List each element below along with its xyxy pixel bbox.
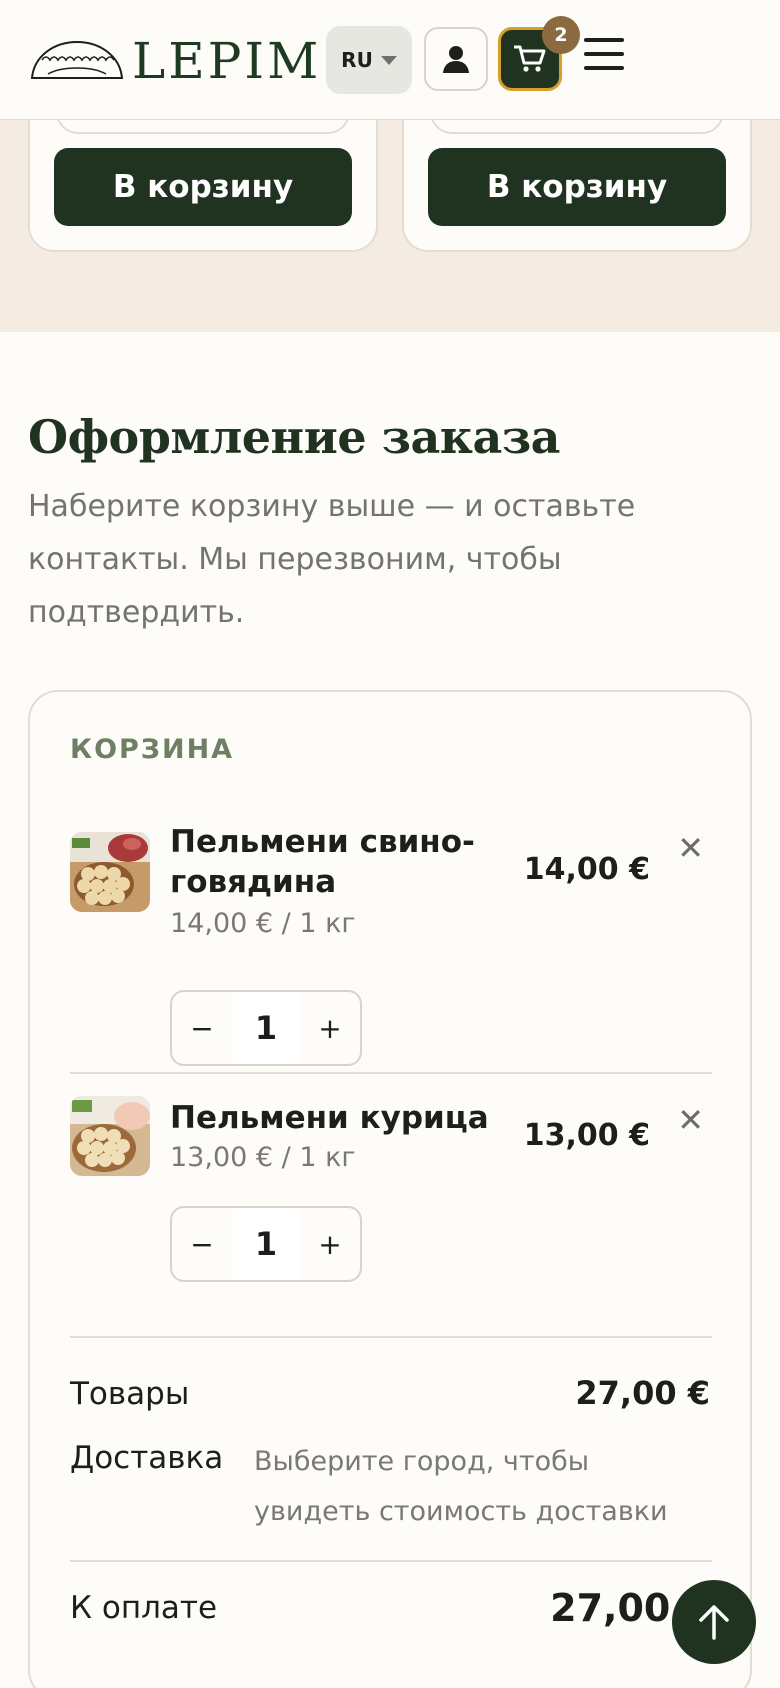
user-icon	[443, 46, 469, 73]
item-total: 14,00 €	[523, 852, 650, 887]
language-label: RU	[341, 48, 373, 72]
item-unit-price: 13,00 € / 1 кг	[170, 1142, 356, 1173]
goods-label: Товары	[70, 1376, 190, 1412]
item-name: Пельмени курица	[170, 1100, 489, 1136]
divider	[70, 1336, 712, 1338]
delivery-label: Доставка	[70, 1440, 224, 1476]
item-name: Пельмени свино-говядина	[170, 824, 475, 900]
close-icon[interactable]: ✕	[677, 832, 704, 864]
decrease-button[interactable]: −	[172, 1228, 232, 1261]
site-header: LEPIM RU 2	[0, 0, 780, 120]
caret-down-icon	[380, 55, 397, 65]
cart-panel: КОРЗИНА Пельмени свино-говядина 14,00 € …	[28, 690, 752, 1688]
item-total: 13,00 €	[523, 1118, 650, 1153]
quantity-value[interactable]: 1	[232, 1208, 300, 1280]
add-to-cart-button[interactable]: В корзину	[428, 148, 726, 226]
logo[interactable]: LEPIM	[28, 34, 321, 88]
item-unit-price: 14,00 € / 1 кг	[170, 908, 356, 939]
dumpling-logo-icon	[30, 40, 124, 79]
delivery-note: Выберите город, чтобы увидеть стоимость …	[254, 1446, 668, 1527]
scroll-to-top-button[interactable]	[672, 1580, 756, 1664]
close-icon[interactable]: ✕	[677, 1104, 704, 1136]
logo-text: LEPIM	[132, 32, 322, 90]
goods-total: 27,00 €	[575, 1374, 710, 1412]
checkout-subtitle: Наберите корзину выше — и оставьте конта…	[28, 489, 636, 630]
checkout-title: Оформление заказа	[28, 410, 560, 464]
decrease-button[interactable]: −	[172, 1012, 232, 1045]
divider	[70, 1560, 712, 1562]
quantity-stepper: − 1 +	[170, 990, 362, 1066]
divider	[70, 1072, 712, 1074]
language-selector[interactable]: RU	[326, 26, 412, 94]
add-to-cart-button[interactable]: В корзину	[54, 148, 352, 226]
arrow-up-icon	[699, 1605, 729, 1640]
product-grid-section: В корзину В корзину	[0, 90, 780, 332]
quantity-value[interactable]: 1	[232, 992, 300, 1064]
pay-label: К оплате	[70, 1590, 218, 1626]
increase-button[interactable]: +	[300, 1228, 360, 1261]
quantity-stepper: − 1 +	[170, 1206, 362, 1282]
hamburger-menu-icon[interactable]	[584, 38, 624, 76]
cart-icon	[514, 45, 546, 72]
cart-heading: КОРЗИНА	[70, 734, 235, 765]
account-button[interactable]	[424, 27, 488, 91]
cart-count-badge: 2	[542, 16, 580, 54]
product-thumbnail	[70, 832, 150, 912]
product-thumbnail	[70, 1096, 150, 1176]
increase-button[interactable]: +	[300, 1012, 360, 1045]
